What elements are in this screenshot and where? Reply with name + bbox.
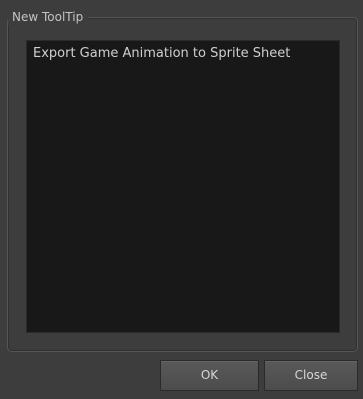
new-tooltip-dialog: New ToolTip Export Game Animation to Spr… [0,0,363,399]
tooltip-text-area[interactable]: Export Game Animation to Sprite Sheet [26,40,340,333]
ok-button[interactable]: OK [160,360,259,391]
close-button[interactable]: Close [264,360,358,391]
button-row: OK Close [0,360,363,392]
groupbox-title: New ToolTip [8,9,89,25]
